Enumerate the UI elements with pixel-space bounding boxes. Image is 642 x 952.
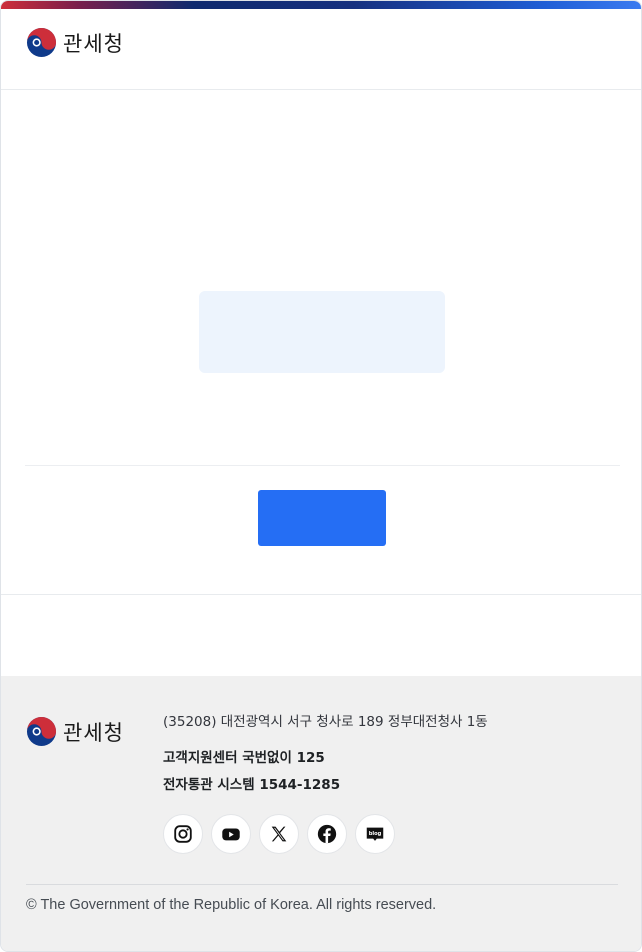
loading-placeholder xyxy=(199,291,445,373)
blog-icon: blog xyxy=(366,827,384,841)
x-link[interactable] xyxy=(259,814,299,854)
social-links: blog xyxy=(163,814,395,854)
top-accent-bar xyxy=(1,1,641,9)
taegeuk-logo-icon xyxy=(26,27,57,58)
instagram-icon xyxy=(174,825,192,843)
youtube-link[interactable] xyxy=(211,814,251,854)
facebook-link[interactable] xyxy=(307,814,347,854)
page-frame: 관세청 관세청 (35208) 대전광역시 서구 청사로 189 정부대전청사 … xyxy=(0,0,642,952)
blog-link[interactable]: blog xyxy=(355,814,395,854)
footer-info: (35208) 대전광역시 서구 청사로 189 정부대전청사 1동 고객지원센… xyxy=(163,713,488,794)
footer-address: (35208) 대전광역시 서구 청사로 189 정부대전청사 1동 xyxy=(163,714,488,730)
copyright-text: © The Government of the Republic of Kore… xyxy=(26,897,437,913)
instagram-link[interactable] xyxy=(163,814,203,854)
customs-system-contact: 전자통관 시스템 1544-1285 xyxy=(163,777,341,793)
footer-divider xyxy=(26,884,618,885)
footer-top-divider xyxy=(1,594,641,595)
footer-logo[interactable]: 관세청 xyxy=(26,716,124,747)
primary-button[interactable] xyxy=(258,490,386,546)
facebook-icon xyxy=(317,824,337,844)
x-icon xyxy=(271,826,287,842)
header-logo-text: 관세청 xyxy=(63,31,124,56)
taegeuk-logo-icon xyxy=(26,716,57,747)
svg-text:blog: blog xyxy=(369,831,382,837)
footer-logo-text: 관세청 xyxy=(63,720,124,745)
youtube-icon xyxy=(222,828,240,841)
content-divider xyxy=(25,465,620,466)
customer-center-contact: 고객지원센터 국번없이 125 xyxy=(163,750,325,766)
header-logo[interactable]: 관세청 xyxy=(26,27,124,58)
